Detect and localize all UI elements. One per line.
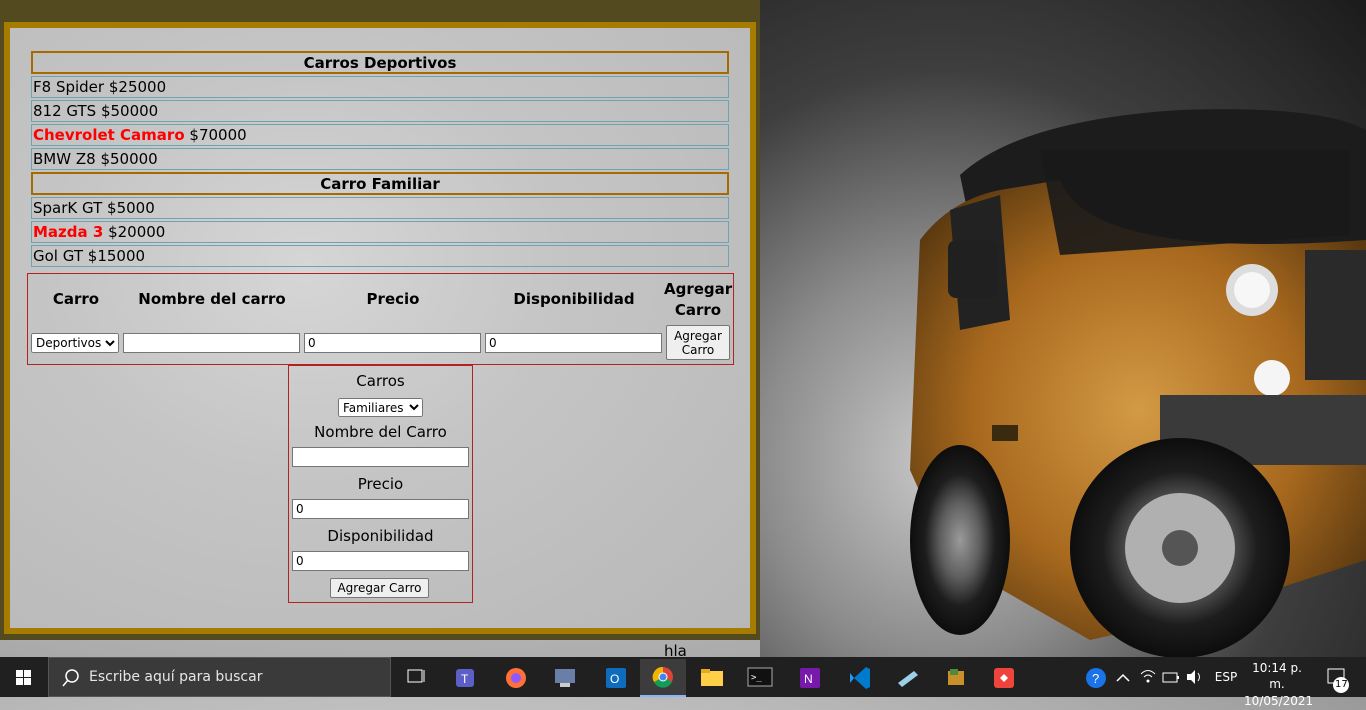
nombre-input[interactable]	[123, 333, 300, 353]
search-icon	[62, 669, 79, 687]
notification-count: 17	[1335, 679, 1348, 690]
terminal-icon[interactable]: >_	[740, 661, 780, 693]
date-text: 10/05/2021	[1244, 694, 1314, 708]
carro-select[interactable]: Deportivos	[31, 333, 119, 353]
start-button[interactable]	[0, 657, 48, 697]
task-view-icon[interactable]	[396, 661, 436, 693]
outlook-icon[interactable]: O	[596, 661, 636, 693]
app-icon[interactable]	[936, 661, 976, 693]
precio-input-2[interactable]	[292, 499, 469, 519]
add-car-form: Carros Familiares Nombre del Carro Preci…	[288, 365, 473, 603]
help-icon[interactable]: ?	[1084, 657, 1108, 697]
nombre-label: Nombre del Carro	[314, 423, 447, 441]
list-item: Mazda 3 $20000	[31, 221, 729, 243]
list-item: Chevrolet Camaro $70000	[31, 124, 729, 146]
firefox-icon[interactable]	[496, 661, 536, 693]
taskbar-search[interactable]: Escribe aquí para buscar	[48, 657, 391, 697]
wifi-icon[interactable]	[1138, 657, 1158, 697]
remote-desktop-icon[interactable]	[546, 661, 586, 693]
section-title-familiar: Carro Familiar	[31, 172, 729, 195]
windows-icon	[16, 670, 31, 685]
language-indicator[interactable]: ESP	[1212, 657, 1240, 697]
time-text: 10:14 p. m.	[1252, 661, 1302, 691]
svg-text:T: T	[461, 672, 469, 686]
onenote-icon[interactable]: N	[790, 661, 830, 693]
svg-text:>_: >_	[751, 673, 762, 683]
carros-select[interactable]: Familiares	[338, 398, 423, 417]
list-item: BMW Z8 $50000	[31, 148, 729, 170]
wallpaper-4x4-truck	[760, 0, 1366, 657]
chevron-up-icon[interactable]	[1113, 657, 1133, 697]
vscode-icon[interactable]	[840, 661, 880, 693]
teams-icon[interactable]: T	[446, 661, 486, 693]
header-nombre: Nombre del carro	[138, 290, 286, 308]
agregar-carro-button[interactable]: Agregar Carro	[666, 325, 730, 360]
list-item: SparK GT $5000	[31, 197, 729, 219]
precio-label: Precio	[357, 475, 404, 493]
nombre-carro-input[interactable]	[292, 447, 469, 467]
anydesk-icon[interactable]	[984, 661, 1024, 693]
header-precio: Precio	[366, 290, 420, 308]
volume-icon[interactable]	[1184, 657, 1206, 697]
notes-icon[interactable]	[888, 661, 928, 693]
section-title-deportivos: Carros Deportivos	[31, 51, 729, 74]
header-agregar: Agregar Carro	[664, 280, 733, 319]
list-item: Gol GT $15000	[31, 245, 729, 267]
truck-illustration	[910, 109, 1366, 657]
taskbar: Escribe aquí para buscar T O >_ N ? ESP …	[0, 657, 1366, 708]
notification-icon[interactable]: 17	[1320, 657, 1356, 697]
agregar-carro-button-2[interactable]: Agregar Carro	[330, 578, 429, 598]
precio-input[interactable]	[304, 333, 481, 353]
svg-text:?: ?	[1092, 671, 1099, 686]
battery-icon[interactable]	[1161, 657, 1181, 697]
svg-text:O: O	[610, 672, 619, 686]
svg-text:N: N	[804, 672, 813, 686]
list-item: 812 GTS $50000	[31, 100, 729, 122]
list-item: F8 Spider $25000	[31, 76, 729, 98]
disponibilidad-input-2[interactable]	[292, 551, 469, 571]
header-carro: Carro	[52, 290, 100, 308]
file-explorer-icon[interactable]	[692, 661, 732, 693]
disponibilidad-label: Disponibilidad	[327, 527, 434, 545]
chrome-icon[interactable]	[640, 659, 686, 697]
disponibilidad-input[interactable]	[485, 333, 662, 353]
carros-label: Carros	[356, 372, 405, 390]
search-placeholder: Escribe aquí para buscar	[89, 669, 263, 685]
header-disponibilidad: Disponibilidad	[513, 290, 635, 308]
clock[interactable]: 10:14 p. m. 10/05/2021	[1244, 660, 1313, 708]
add-car-table: Carro Nombre del carro Precio Disponibil…	[27, 273, 734, 365]
car-list: Carros Deportivos F8 Spider $25000 812 G…	[31, 51, 729, 269]
